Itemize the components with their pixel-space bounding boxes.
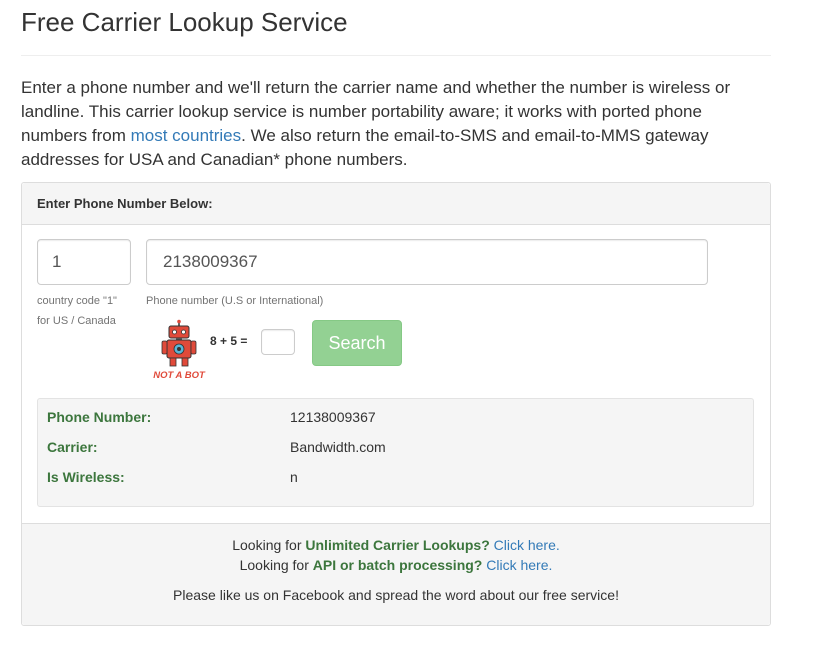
lookup-panel: Enter Phone Number Below: country code "… xyxy=(21,182,771,626)
footer-strong: API or batch processing? xyxy=(312,557,483,573)
country-code-help-line1: country code "1" xyxy=(37,295,117,307)
robot-caption: NOT A BOT xyxy=(153,370,206,381)
footer-text: Looking for xyxy=(232,537,306,553)
api-batch-link[interactable]: Click here. xyxy=(486,557,552,573)
panel-heading: Enter Phone Number Below: xyxy=(22,183,770,225)
footer-facebook-note: Please like us on Facebook and spread th… xyxy=(173,587,619,603)
result-value: n xyxy=(290,469,298,485)
phone-number-input[interactable] xyxy=(146,239,708,285)
title-divider xyxy=(21,55,771,56)
result-label: Phone Number: xyxy=(47,409,152,425)
footer-line-api: Looking for API or batch processing? Cli… xyxy=(22,557,770,573)
country-code-input[interactable] xyxy=(37,239,131,285)
phone-number-help: Phone number (U.S or International) xyxy=(146,295,324,307)
result-value: Bandwidth.com xyxy=(290,439,386,455)
results-box: Phone Number: 12138009367 Carrier: Bandw… xyxy=(37,398,754,507)
panel-footer: Looking for Unlimited Carrier Lookups? C… xyxy=(22,523,770,625)
result-label: Carrier: xyxy=(47,439,98,455)
country-code-help-line2: for US / Canada xyxy=(37,315,116,327)
result-row-carrier: Carrier: Bandwidth.com xyxy=(47,439,747,459)
captcha-answer-input[interactable] xyxy=(261,329,295,355)
result-row-wireless: Is Wireless: n xyxy=(47,469,747,489)
robot-icon: NOT A BOT xyxy=(153,319,206,381)
captcha-question: 8 + 5 = xyxy=(210,334,248,348)
result-label: Is Wireless: xyxy=(47,469,125,485)
footer-text: Looking for xyxy=(239,557,313,573)
result-value: 12138009367 xyxy=(290,409,376,425)
country-code-help: country code "1" for US / Canada xyxy=(37,291,137,331)
intro-text: Enter a phone number and we'll return th… xyxy=(21,76,766,172)
search-button[interactable]: Search xyxy=(312,320,402,366)
most-countries-link[interactable]: most countries xyxy=(131,126,242,145)
page-title: Free Carrier Lookup Service xyxy=(21,7,348,37)
result-row-phone: Phone Number: 12138009367 xyxy=(47,409,747,429)
footer-line-unlimited: Looking for Unlimited Carrier Lookups? C… xyxy=(22,537,770,553)
panel-heading-title: Enter Phone Number Below: xyxy=(37,196,213,211)
footer-strong: Unlimited Carrier Lookups? xyxy=(305,537,490,553)
unlimited-lookups-link[interactable]: Click here. xyxy=(494,537,560,553)
